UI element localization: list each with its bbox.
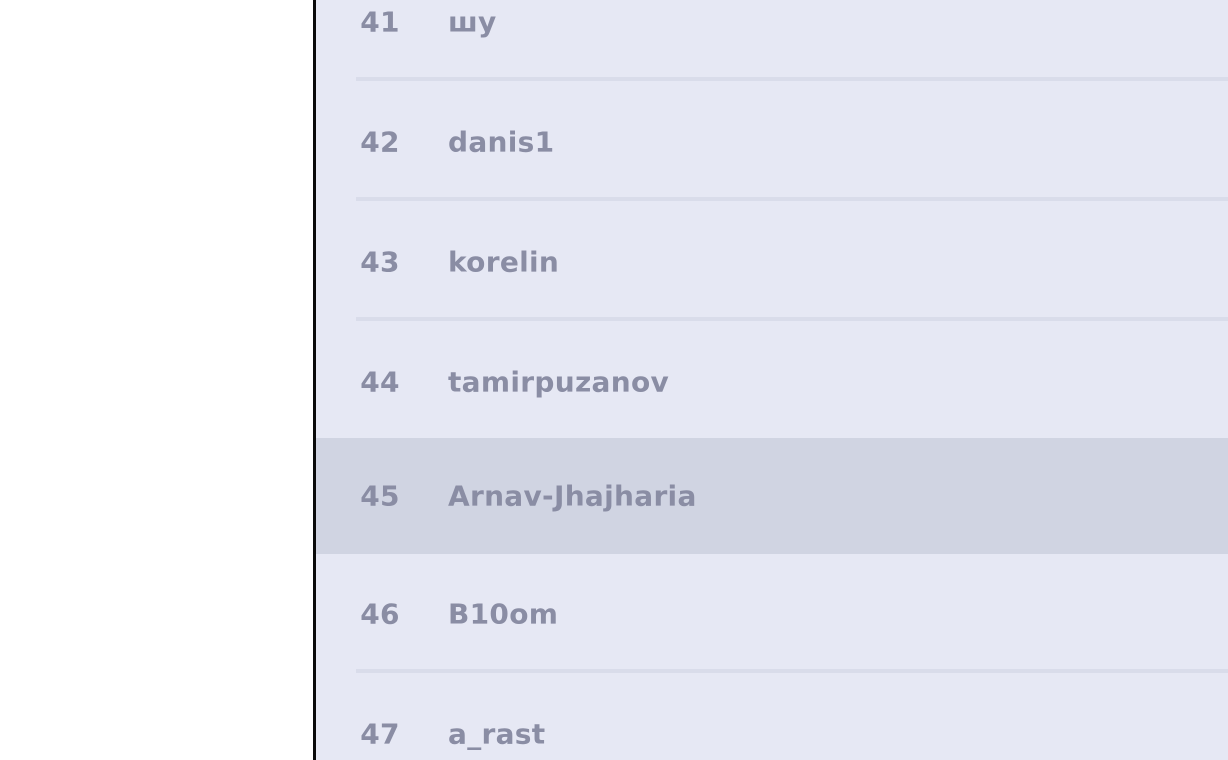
leaderboard-row[interactable]: 41 шу [316,0,1228,80]
leaderboard-row[interactable]: 46 B10om [316,556,1228,672]
username[interactable]: danis1 [448,126,554,159]
row-separator [356,317,1228,321]
row-separator [356,77,1228,81]
rank-number: 42 [360,125,400,159]
leaderboard-row[interactable]: 44 tamirpuzanov [316,324,1228,440]
username[interactable]: korelin [448,246,559,279]
leaderboard-row[interactable]: 47 a_rast [316,676,1228,760]
left-blank-panel [0,0,313,760]
rank-number: 45 [360,479,400,513]
rank-number: 41 [360,5,400,39]
rank-number: 47 [360,717,400,751]
rank-number: 44 [360,365,400,399]
leaderboard-row[interactable]: 43 korelin [316,204,1228,320]
username[interactable]: tamirpuzanov [448,366,669,399]
rank-number: 46 [360,597,400,631]
leaderboard-row-current-user[interactable]: 45 Arnav-Jhajharia [316,438,1228,554]
username[interactable]: B10om [448,598,558,631]
leaderboard-row[interactable]: 42 danis1 [316,84,1228,200]
page: 41 шу 42 danis1 43 korelin 44 tamirpuzan… [0,0,1228,760]
row-separator [356,197,1228,201]
username[interactable]: a_rast [448,718,545,751]
leaderboard-list: 41 шу 42 danis1 43 korelin 44 tamirpuzan… [316,0,1228,760]
row-separator [356,669,1228,673]
rank-number: 43 [360,245,400,279]
username[interactable]: Arnav-Jhajharia [448,480,697,513]
username[interactable]: шу [448,6,497,39]
